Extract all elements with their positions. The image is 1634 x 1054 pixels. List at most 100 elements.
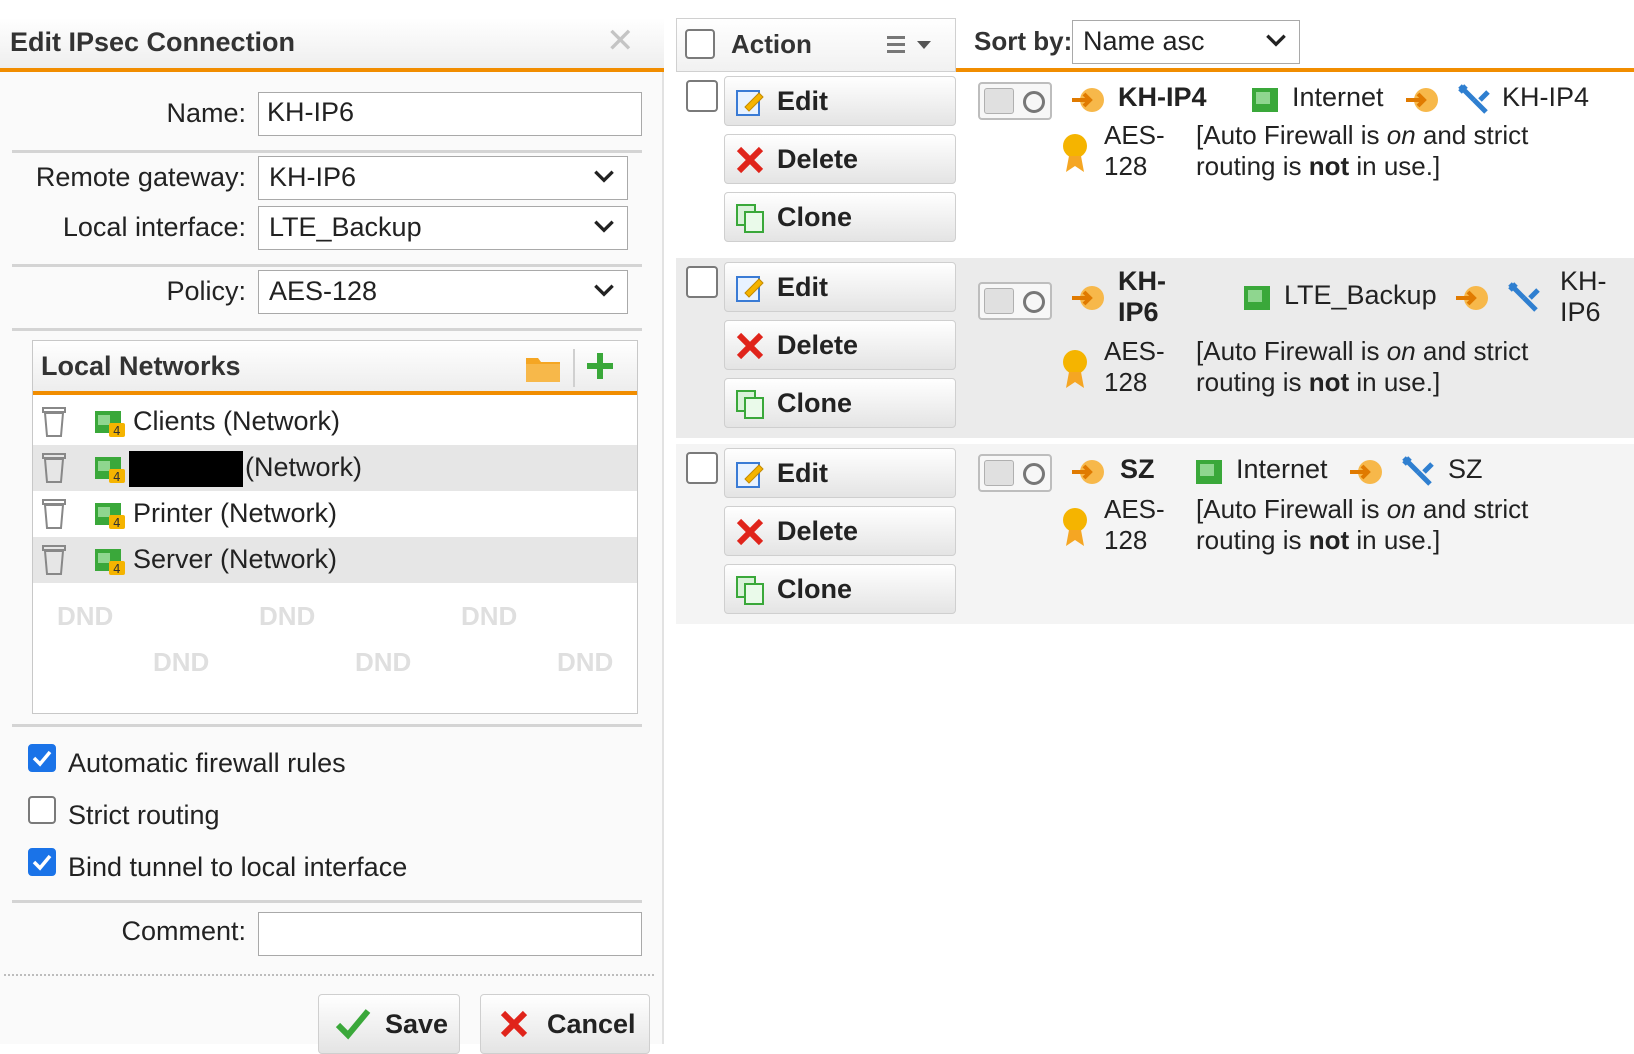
chevron-down-icon [594, 284, 614, 297]
add-icon[interactable] [585, 351, 615, 381]
separator [12, 264, 642, 267]
list-toolbar: Action Sort by: Name asc [676, 18, 1634, 72]
edit-button[interactable]: Edit [724, 448, 956, 498]
redacted-block [129, 451, 243, 487]
edit-label: Edit [777, 86, 828, 116]
policy-text: AES- 128 [1104, 494, 1165, 556]
edit-button[interactable]: Edit [724, 262, 956, 312]
list-dropdown-icon[interactable] [885, 33, 939, 59]
ipsec-arrow-icon [1072, 88, 1104, 112]
dialog-title: Edit IPsec Connection [10, 27, 296, 57]
checkmark-icon [32, 750, 52, 767]
remote-gateway-select[interactable]: KH-IP6 [258, 156, 628, 200]
strict-routing-label[interactable]: Strict routing [68, 800, 220, 831]
edit-icon [736, 90, 764, 116]
enable-toggle[interactable] [978, 82, 1052, 120]
row-checkbox[interactable] [686, 266, 718, 298]
strict-routing-checkbox[interactable] [28, 796, 56, 824]
separator [12, 724, 642, 727]
ipsec-arrow-icon [1072, 286, 1104, 310]
comment-input[interactable] [258, 912, 642, 956]
clone-label: Clone [777, 202, 853, 232]
edit-label: Edit [777, 458, 828, 488]
enable-toggle[interactable] [978, 282, 1052, 320]
sort-label: Sort by: [974, 26, 1073, 56]
clone-label: Clone [777, 574, 853, 604]
bind-tunnel-label[interactable]: Bind tunnel to local interface [68, 852, 407, 883]
edit-label: Edit [777, 272, 828, 302]
trash-icon[interactable] [41, 452, 67, 484]
svg-text:4: 4 [113, 424, 121, 438]
status-description: [Auto Firewall is on and strict routing i… [1196, 120, 1528, 182]
clone-button[interactable]: Clone [724, 378, 956, 428]
edit-button[interactable]: Edit [724, 76, 956, 126]
delete-button[interactable]: Delete [724, 134, 956, 184]
gateway-name: KH-IP4 [1502, 82, 1590, 112]
ipsec-arrow-icon [1350, 460, 1382, 484]
chevron-down-icon [594, 220, 614, 233]
policy-select[interactable]: AES-128 [258, 270, 628, 314]
local-networks-header: Local Networks [33, 341, 637, 395]
save-button[interactable]: Save [318, 994, 460, 1054]
list-item-label: Clients (Network) [133, 406, 341, 436]
network-icon: 4 [95, 549, 125, 576]
desc-text: and strict [1415, 120, 1529, 150]
desc-text: and strict [1415, 336, 1529, 366]
clone-button[interactable]: Clone [724, 192, 956, 242]
svg-text:4: 4 [113, 516, 121, 530]
desc-emphasis: not [1308, 525, 1350, 555]
chevron-down-icon [594, 170, 614, 183]
cancel-button[interactable]: Cancel [480, 994, 650, 1054]
policy-line1: AES- [1104, 120, 1165, 150]
close-icon[interactable]: ✕ [606, 24, 635, 58]
desc-text: in use.] [1349, 367, 1441, 397]
ipsec-arrow-icon [1406, 88, 1438, 112]
interface-name: LTE_Backup [1284, 280, 1437, 310]
row-checkbox[interactable] [686, 452, 718, 484]
clone-label: Clone [777, 388, 853, 418]
enable-toggle[interactable] [978, 454, 1052, 492]
connection-name-line1: KH- [1118, 266, 1166, 296]
trash-icon[interactable] [41, 498, 67, 530]
desc-text: routing is [1196, 151, 1309, 181]
auto-firewall-checkbox[interactable] [28, 744, 56, 772]
desc-text: in use.] [1349, 151, 1441, 181]
interface-name: Internet [1292, 82, 1384, 112]
network-icon: 4 [95, 457, 125, 484]
edit-icon [736, 462, 764, 488]
list-item[interactable]: 4 Server (Network) [33, 537, 637, 583]
desc-text: and strict [1415, 494, 1529, 524]
desc-text: [Auto Firewall is [1196, 494, 1387, 524]
delete-button[interactable]: Delete [724, 320, 956, 370]
chevron-down-icon [1266, 34, 1286, 47]
desc-emphasis: on [1386, 120, 1416, 150]
action-menu[interactable]: Action [676, 18, 956, 72]
desc-emphasis: on [1386, 336, 1416, 366]
status-description: [Auto Firewall is on and strict routing i… [1196, 494, 1528, 556]
sort-select[interactable]: Name asc [1072, 20, 1300, 64]
clone-button[interactable]: Clone [724, 564, 956, 614]
bind-tunnel-checkbox[interactable] [28, 848, 56, 876]
gateway-name-line2: IP6 [1560, 297, 1601, 327]
delete-button[interactable]: Delete [724, 506, 956, 556]
trash-icon[interactable] [41, 544, 67, 576]
row-checkbox[interactable] [686, 80, 718, 112]
auto-firewall-label[interactable]: Automatic firewall rules [68, 748, 346, 779]
delete-label: Delete [777, 516, 859, 546]
local-networks-box[interactable]: Local Networks 4 Clients (Network) 4 (Ne… [32, 340, 638, 714]
desc-emphasis: not [1308, 367, 1350, 397]
connection-name: KH- IP6 [1118, 266, 1166, 328]
separator [12, 900, 642, 903]
local-interface-select[interactable]: LTE_Backup [258, 206, 628, 250]
trash-icon[interactable] [41, 406, 67, 438]
folder-icon[interactable] [525, 353, 561, 383]
list-item[interactable]: 4 Clients (Network) [33, 399, 637, 445]
dotted-divider [4, 974, 654, 976]
dnd-hint: DND [461, 601, 518, 631]
delete-icon [736, 146, 764, 174]
list-item[interactable]: 4 Printer (Network) [33, 491, 637, 537]
policy-medal-icon [1063, 508, 1087, 546]
name-input[interactable]: KH-IP6 [258, 92, 642, 136]
select-all-checkbox[interactable] [685, 29, 715, 59]
list-item[interactable]: 4 (Network) [33, 445, 637, 491]
